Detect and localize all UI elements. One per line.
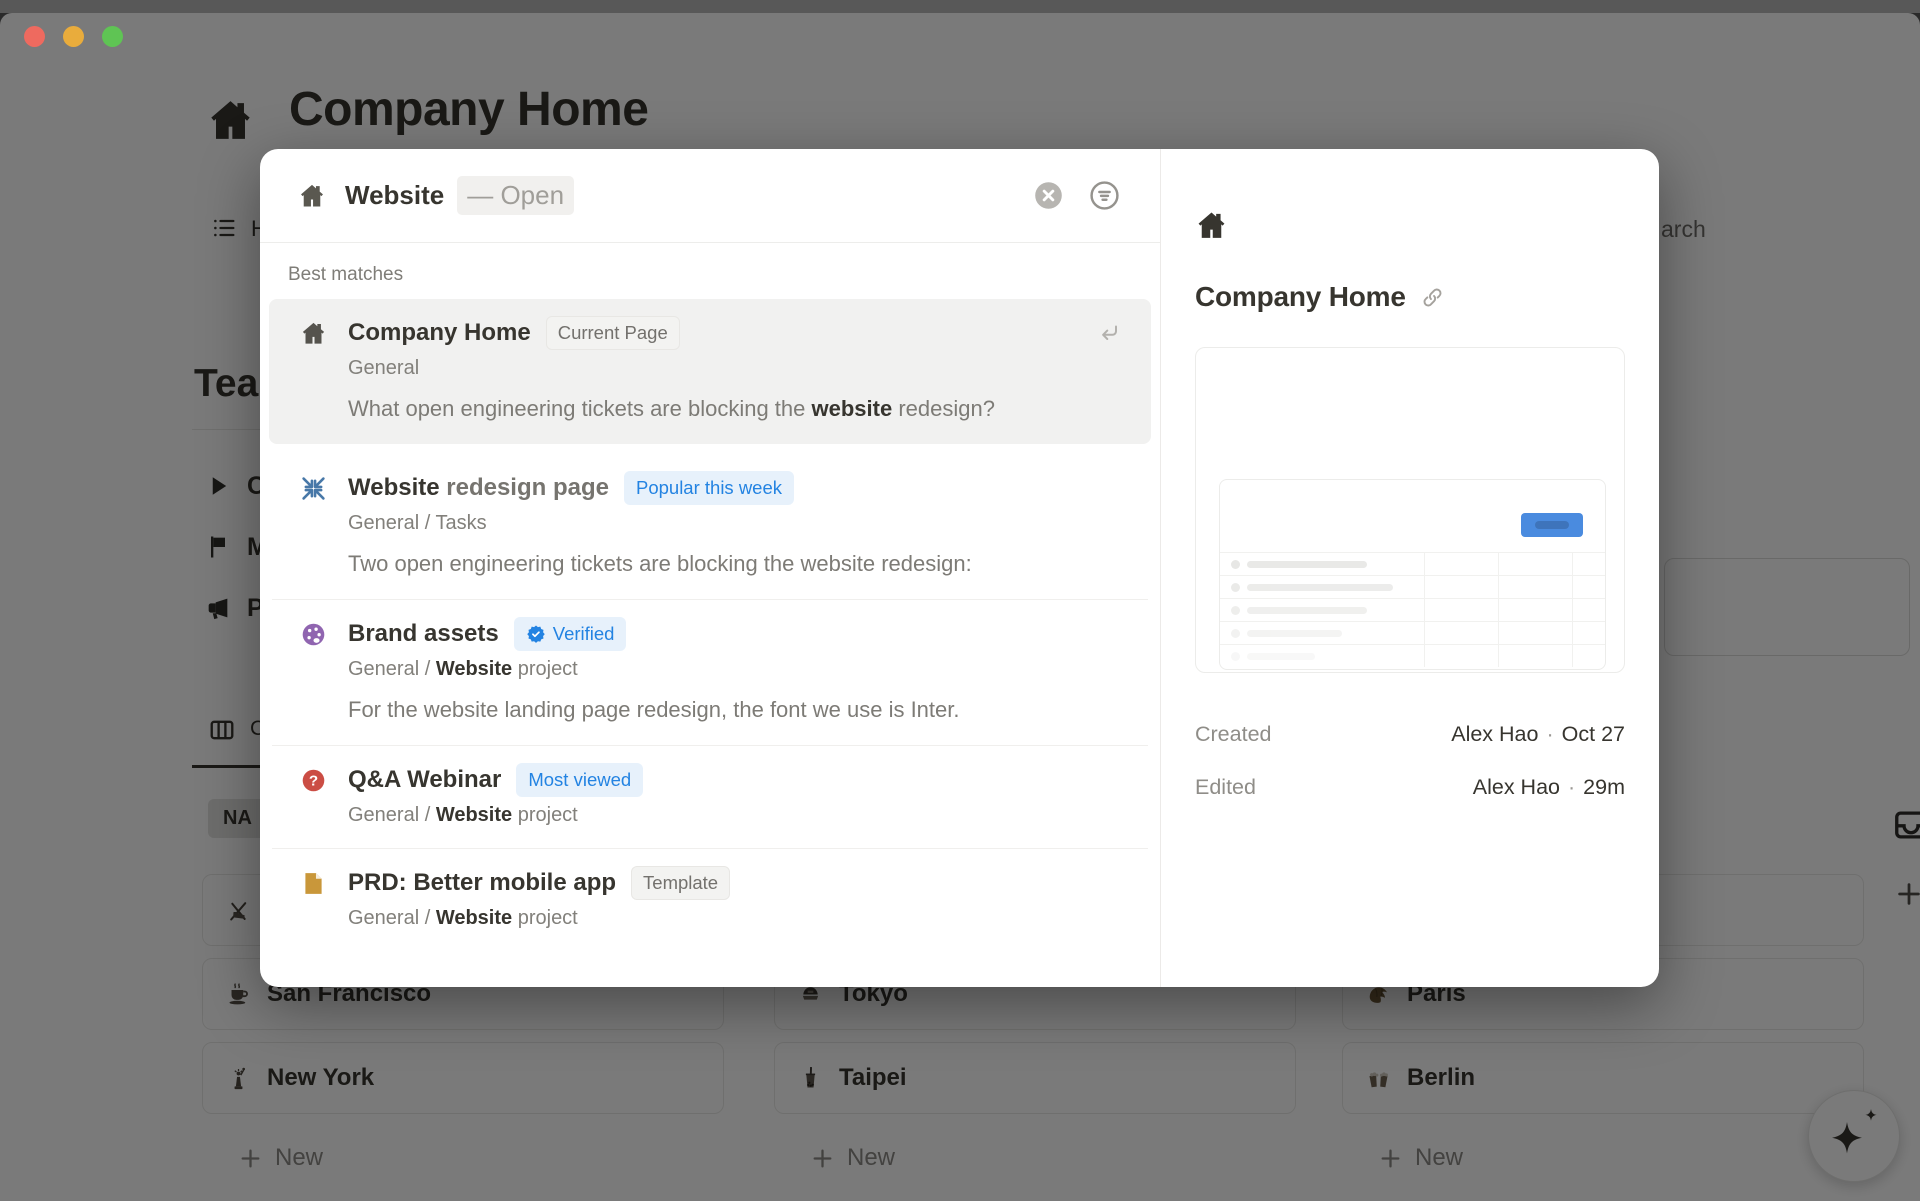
document-icon: [300, 870, 327, 897]
result-path: General / Website project: [348, 658, 578, 680]
result-title: PRD: Better mobile app: [348, 869, 617, 896]
search-suggestion: — Open: [457, 176, 575, 215]
search-result-company-home[interactable]: Company Home Current Page General What open…: [269, 299, 1151, 444]
thumbnail-table-row: [1220, 599, 1605, 622]
result-badge-current-page: Current Page: [545, 316, 680, 350]
edited-value: Alex Hao · 29m: [1472, 774, 1625, 799]
result-title: Company Home: [348, 319, 531, 346]
home-icon: [1195, 209, 1228, 242]
link-icon[interactable]: [1421, 286, 1444, 309]
svg-text:?: ?: [309, 772, 318, 789]
page-preview-pane: Company Home Created Alex Hao · Oct 27 Edi…: [1160, 149, 1659, 987]
result-title: Brand assets: [348, 620, 499, 647]
thumbnail-table-row: [1220, 645, 1605, 668]
result-title: Q&A Webinar: [348, 766, 502, 793]
question-icon: ?: [300, 767, 327, 794]
edited-label: Edited: [1195, 774, 1256, 799]
edited-row: Edited Alex Hao · 29m: [1195, 774, 1625, 800]
thumbnail-table-row: [1220, 576, 1605, 599]
results-section-label: Best matches: [288, 264, 404, 285]
search-result-website-redesign-page[interactable]: Website redesign page Popular this week Ge…: [269, 454, 1151, 599]
traffic-lights: [24, 26, 123, 47]
search-bar: Website — Open: [260, 149, 1160, 242]
page-meta: Created Alex Hao · Oct 27 Edited Alex Hao ·…: [1195, 721, 1625, 800]
page-preview-card[interactable]: [1195, 347, 1625, 673]
result-path: General / Website project: [348, 804, 578, 826]
result-badge-template: Template: [631, 866, 731, 900]
search-modal: Website — Open Best matches Company Home…: [260, 149, 1659, 987]
created-value: Alex Hao · Oct 27: [1451, 721, 1625, 746]
home-icon: [300, 320, 327, 347]
minimize-window-button[interactable]: [63, 26, 84, 47]
created-label: Created: [1195, 721, 1272, 746]
results-list: Best matches Company Home Current Page Gen…: [260, 243, 1160, 987]
result-badge-popular-this-week: Popular this week: [623, 471, 795, 505]
search-results-pane: Website — Open Best matches Company Home…: [260, 149, 1160, 987]
page-thumbnail: [1219, 479, 1606, 670]
result-snippet: For the website landing page redesign, t…: [348, 697, 960, 722]
result-title: Website redesign page: [348, 474, 609, 501]
preview-page-title: Company Home: [1195, 281, 1406, 312]
result-snippet: Two open engineering tickets are blockin…: [348, 551, 972, 576]
result-badge-verified: Verified: [513, 617, 627, 651]
created-row: Created Alex Hao · Oct 27: [1195, 721, 1625, 747]
thumbnail-table-row: [1220, 622, 1605, 645]
result-path: General: [348, 357, 420, 379]
search-result-prd-better-mobile-app[interactable]: PRD: Better mobile app Template General / …: [269, 849, 1151, 951]
verified-icon: [526, 624, 546, 644]
clear-search-button[interactable]: [1034, 181, 1063, 210]
thumbnail-blue-button: [1521, 513, 1583, 537]
return-icon: [1097, 321, 1121, 345]
compress-icon: [300, 475, 327, 502]
search-result-q-a-webinar[interactable]: ? Q&A Webinar Most viewed General / Website…: [269, 746, 1151, 848]
result-path: General / Website project: [348, 907, 578, 929]
palette-icon: [300, 621, 327, 648]
zoom-window-button[interactable]: [102, 26, 123, 47]
thumbnail-table-row: [1220, 553, 1605, 576]
filter-button[interactable]: [1089, 180, 1120, 211]
home-icon: [298, 182, 326, 210]
result-snippet: What open engineering tickets are blocki…: [348, 396, 995, 421]
result-path: General / Tasks: [348, 512, 487, 534]
search-result-brand-assets[interactable]: Brand assets Verified General / Website pr…: [269, 600, 1151, 745]
search-input[interactable]: Website: [345, 180, 444, 211]
result-badge-most-viewed: Most viewed: [516, 763, 644, 797]
close-window-button[interactable]: [24, 26, 45, 47]
